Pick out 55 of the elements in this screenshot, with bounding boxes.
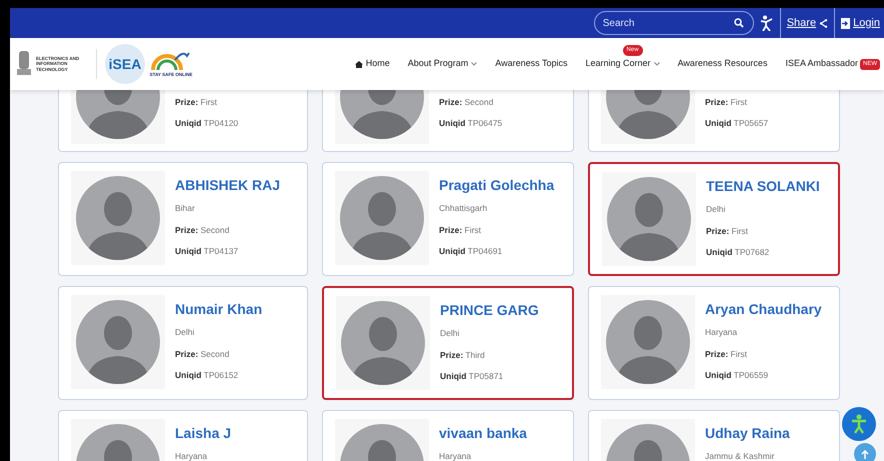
prize-text: Prize: Second	[439, 96, 494, 109]
participant-name: Aryan Chaudhary	[705, 300, 822, 319]
participant-name: Numair Khan	[175, 300, 262, 319]
caret-icon	[471, 62, 478, 66]
uniqid-text: Uniqid TP06152	[175, 368, 240, 382]
nav-link[interactable]: Awareness Topics	[495, 57, 568, 71]
prize-text: Prize: Second	[175, 348, 230, 360]
nav-link[interactable]: Home	[354, 57, 390, 71]
participant-name: vivaan banka	[439, 424, 527, 443]
participant-name: PRINCE GARG	[440, 301, 539, 320]
prize-text: Prize: Third	[440, 348, 486, 362]
scroll-up-button[interactable]	[854, 443, 876, 461]
participant-state: Delhi	[440, 327, 460, 340]
participant-state: Delhi	[706, 203, 726, 216]
uniqid-text: Uniqid TP07682	[706, 246, 770, 258]
prize-text: Prize: First	[705, 348, 748, 360]
participant-state: Delhi	[175, 326, 196, 339]
accessibility-button[interactable]	[842, 407, 876, 441]
uniqid-text: Uniqid TP05871	[440, 370, 504, 382]
participant-state: Jammu & Kashmir	[705, 450, 776, 461]
login-icon	[841, 18, 850, 28]
prize-text: Prize: First	[439, 224, 482, 236]
nav-link[interactable]: About Program	[408, 57, 478, 71]
participant-state: Haryana	[705, 326, 738, 339]
share-icon	[819, 18, 828, 28]
arrow-up-icon	[861, 450, 869, 458]
participant-name: Udhay Raina	[705, 424, 790, 443]
prize-text: Prize: First	[175, 96, 218, 109]
accessibility-icon[interactable]	[760, 15, 774, 31]
caret-icon	[654, 62, 660, 66]
participant-state: Haryana	[439, 450, 472, 461]
uniqid-text: Uniqid TP06559	[705, 368, 770, 382]
participant-name: Laisha J	[175, 424, 232, 443]
nav-link[interactable]: Awareness Resources	[678, 57, 768, 71]
participant-name: Pragati Golechha	[439, 176, 554, 195]
uniqid-text: Uniqid TP05657	[705, 116, 768, 130]
accessibility-icon	[850, 414, 868, 434]
isea-logo: iSEA	[105, 44, 145, 84]
participant-state: Haryana	[175, 450, 208, 461]
prize-text: Prize: First	[706, 224, 750, 238]
uniqid-text: Uniqid TP04137	[175, 244, 240, 258]
search-field[interactable]: Search	[594, 11, 754, 35]
nav-link[interactable]: ISEA Ambassador	[785, 57, 858, 71]
participant-name: ABHISHEK RAJ	[175, 176, 280, 195]
prize-text: Prize: First	[705, 96, 748, 109]
home-icon	[354, 60, 363, 68]
participant-state: Chhattisgarh	[439, 202, 488, 215]
prize-text: Prize: Second	[175, 224, 230, 236]
uniqid-text: Uniqid TP06475	[439, 116, 502, 130]
uniqid-text: Uniqid TP04691	[439, 244, 504, 258]
search-icon	[734, 18, 744, 28]
nav-link[interactable]: Learning Corner	[586, 57, 660, 71]
participant-state: Bihar	[175, 202, 196, 215]
uniqid-text: Uniqid TP04120	[175, 116, 238, 130]
participant-name: TEENA SOLANKI	[706, 177, 820, 196]
